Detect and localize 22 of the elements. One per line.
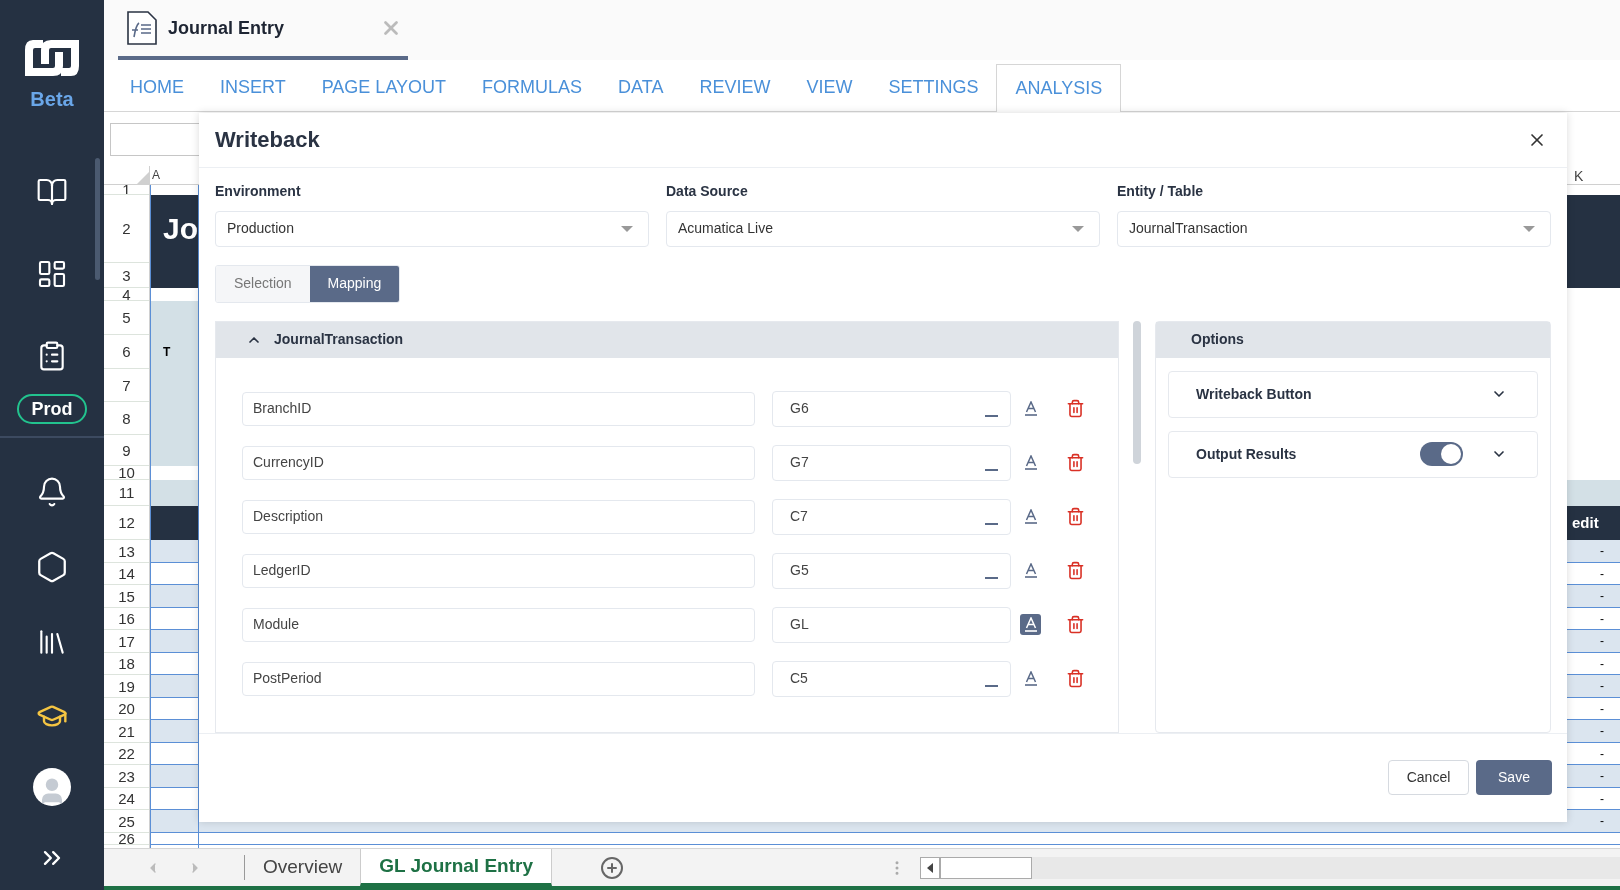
- cell-text: -: [1600, 657, 1604, 670]
- field-label: Entity / Table: [1117, 181, 1205, 201]
- cell-text: -: [1600, 747, 1604, 760]
- cell-text: -: [1600, 702, 1604, 715]
- dialog-title: Writeback: [215, 126, 321, 155]
- cell-text: -: [1600, 792, 1604, 805]
- cell-text: -: [1600, 815, 1604, 827]
- field-label: Data Source: [666, 181, 749, 201]
- cell-text: -: [1600, 635, 1604, 647]
- cell-text: -: [1600, 725, 1604, 737]
- field-label: Environment: [215, 181, 302, 201]
- cell-text: T: [163, 344, 171, 361]
- panel-title: Options: [1191, 330, 1244, 350]
- cell-text: -: [1600, 770, 1604, 782]
- cell-text: -: [1600, 590, 1604, 602]
- column-header-text: edit: [1572, 512, 1599, 533]
- beta-label: Beta: [30, 87, 74, 112]
- cell-text: -: [1600, 567, 1604, 580]
- cell-text: -: [1600, 680, 1604, 692]
- banner-text: Jo: [163, 214, 198, 244]
- cell-text: -: [1600, 612, 1604, 625]
- cell-text: -: [1600, 545, 1604, 557]
